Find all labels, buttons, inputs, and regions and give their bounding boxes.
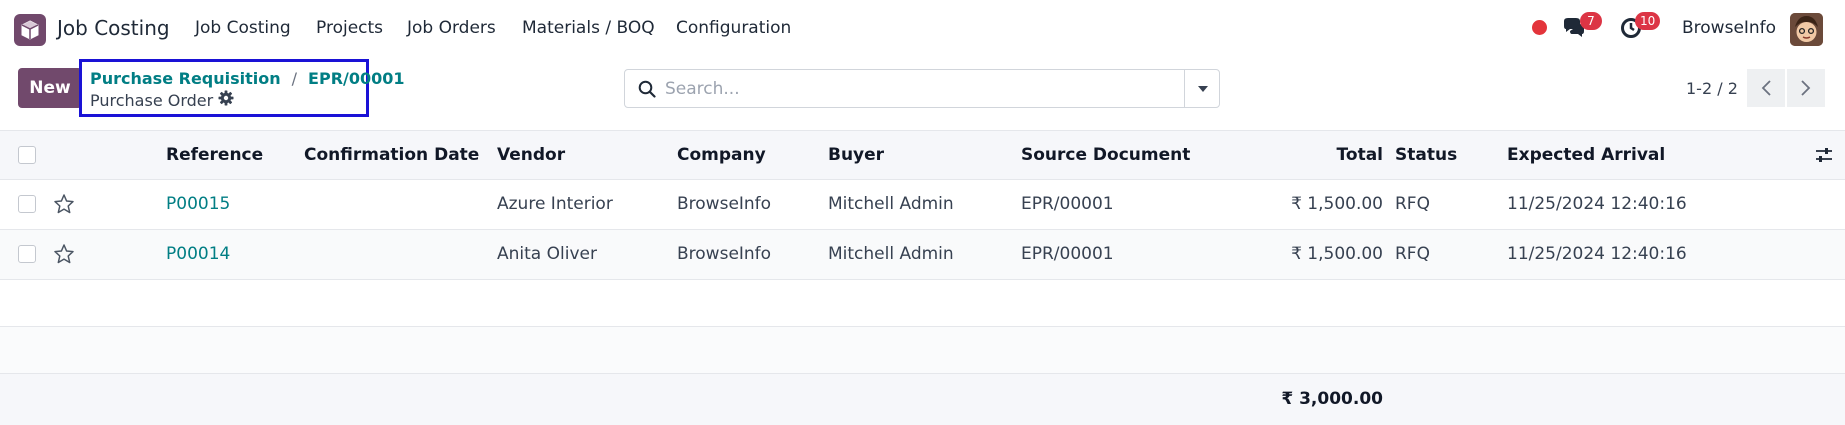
app-name[interactable]: Job Costing: [57, 16, 170, 40]
table-footer: ₹ 3,000.00: [0, 373, 1845, 425]
breadcrumb: Purchase Requisition / EPR/00001 Purchase …: [79, 59, 405, 117]
menu-job-costing[interactable]: Job Costing: [195, 18, 291, 38]
status-dot[interactable]: [1532, 20, 1547, 35]
cell-company: BrowseInfo: [677, 244, 772, 264]
header-source-document[interactable]: Source Document: [1021, 145, 1190, 165]
activities-badge: 10: [1635, 12, 1661, 30]
header-status[interactable]: Status: [1395, 145, 1457, 165]
cell-expected-arrival: 11/25/2024 12:40:16: [1507, 244, 1687, 264]
breadcrumb-separator: /: [291, 69, 298, 88]
search-icon: [638, 80, 656, 103]
table-header: Reference Confirmation Date Vendor Compa…: [0, 130, 1845, 180]
empty-row: [0, 280, 1845, 327]
optional-columns-icon[interactable]: [1815, 147, 1833, 168]
menu-projects[interactable]: Projects: [316, 18, 383, 38]
breadcrumb-record[interactable]: EPR/00001: [308, 69, 404, 88]
chevron-left-icon: [1761, 80, 1771, 96]
cell-source-document: EPR/00001: [1021, 244, 1114, 264]
purchase-order-list: Reference Confirmation Date Vendor Compa…: [0, 130, 1845, 425]
cell-buyer: Mitchell Admin: [828, 244, 954, 264]
cell-expected-arrival: 11/25/2024 12:40:16: [1507, 194, 1687, 214]
messages-badge: 7: [1580, 12, 1602, 30]
header-total[interactable]: Total: [1300, 145, 1383, 165]
cell-company: BrowseInfo: [677, 194, 772, 214]
gear-icon[interactable]: [218, 90, 234, 110]
cell-vendor: Anita Oliver: [497, 244, 597, 264]
search-input[interactable]: [665, 70, 1205, 107]
star-icon[interactable]: [53, 243, 75, 270]
breadcrumb-current: Purchase Order: [90, 90, 214, 110]
cell-buyer: Mitchell Admin: [828, 194, 954, 214]
header-reference[interactable]: Reference: [166, 145, 263, 165]
table-row[interactable]: P00014 Anita Oliver BrowseInfo Mitchell …: [0, 230, 1845, 280]
breadcrumb-purchase-requisition[interactable]: Purchase Requisition: [90, 69, 281, 88]
table-row[interactable]: P00015 Azure Interior BrowseInfo Mitchel…: [0, 180, 1845, 230]
grand-total: ₹ 3,000.00: [1281, 389, 1383, 409]
menu-materials-boq[interactable]: Materials / BOQ: [522, 18, 655, 38]
row-checkbox[interactable]: [18, 195, 36, 213]
cell-total: ₹ 1,500.00: [1291, 244, 1383, 264]
select-all-checkbox[interactable]: [18, 146, 36, 164]
cell-reference[interactable]: P00014: [166, 244, 230, 264]
box-icon[interactable]: [14, 14, 46, 46]
search-options-toggle[interactable]: [1184, 70, 1220, 107]
star-icon[interactable]: [53, 193, 75, 220]
pager-next-button[interactable]: [1787, 69, 1825, 107]
header-buyer[interactable]: Buyer: [828, 145, 884, 165]
pager-previous-button[interactable]: [1747, 69, 1785, 107]
header-confirmation-date[interactable]: Confirmation Date: [304, 145, 479, 165]
empty-row: [0, 327, 1845, 374]
header-expected-arrival[interactable]: Expected Arrival: [1507, 145, 1665, 165]
pager-value[interactable]: 1-2 / 2: [1686, 79, 1738, 98]
menu-configuration[interactable]: Configuration: [676, 18, 791, 38]
top-navbar: Job Costing Job Costing Projects Job Ord…: [0, 0, 1845, 58]
cell-total: ₹ 1,500.00: [1291, 194, 1383, 214]
menu-job-orders[interactable]: Job Orders: [407, 18, 496, 38]
cell-reference[interactable]: P00015: [166, 194, 230, 214]
new-button[interactable]: New: [18, 68, 82, 108]
search-bar: [624, 69, 1220, 108]
chevron-right-icon: [1801, 80, 1811, 96]
user-name[interactable]: BrowseInfo: [1682, 18, 1776, 38]
cell-status: RFQ: [1395, 244, 1430, 264]
cell-vendor: Azure Interior: [497, 194, 613, 214]
header-vendor[interactable]: Vendor: [497, 145, 565, 165]
row-checkbox[interactable]: [18, 245, 36, 263]
caret-down-icon: [1197, 85, 1208, 92]
header-company[interactable]: Company: [677, 145, 766, 165]
cell-status: RFQ: [1395, 194, 1430, 214]
avatar[interactable]: [1790, 13, 1823, 46]
cell-source-document: EPR/00001: [1021, 194, 1114, 214]
